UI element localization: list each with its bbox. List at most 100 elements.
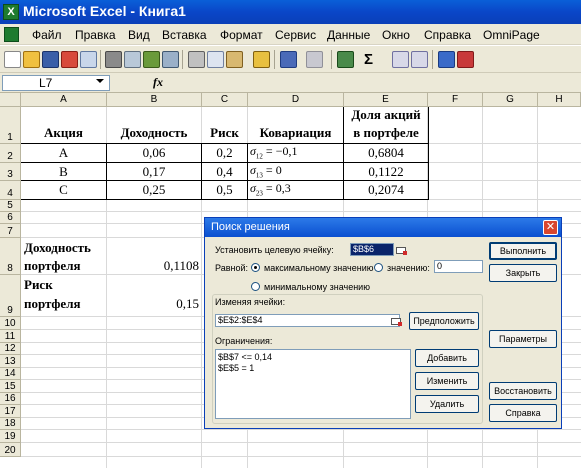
row-header[interactable]: 5	[0, 200, 21, 212]
column-header[interactable]: E	[344, 93, 428, 107]
hyperlink-icon[interactable]	[337, 51, 354, 68]
cell-c3[interactable]: 0,4	[202, 164, 247, 180]
copy-icon[interactable]	[207, 51, 224, 68]
changing-cells-input[interactable]: $E$2:$E$4	[215, 314, 400, 327]
print-preview-icon[interactable]	[124, 51, 141, 68]
column-header[interactable]: H	[538, 93, 581, 107]
row-header[interactable]: 14	[0, 368, 21, 380]
solve-button[interactable]: Выполнить	[489, 242, 557, 260]
help-button[interactable]: Справка	[489, 404, 557, 422]
select-all-corner[interactable]	[0, 93, 21, 107]
target-cell-input[interactable]: $B$6	[350, 243, 394, 256]
row-header[interactable]: 7	[0, 224, 21, 238]
guess-button[interactable]: Предположить	[409, 312, 479, 330]
cell-a3[interactable]: B	[21, 164, 106, 180]
row-header[interactable]: 12	[0, 343, 21, 355]
print-icon[interactable]	[105, 51, 122, 68]
change-button[interactable]: Изменить	[415, 372, 479, 390]
permission-icon[interactable]	[61, 51, 78, 68]
row-header[interactable]: 11	[0, 330, 21, 343]
cell-e3[interactable]: 0,1122	[344, 164, 428, 180]
chevron-down-icon[interactable]	[96, 79, 104, 83]
menu-window[interactable]: Окно	[382, 28, 410, 42]
menu-edit[interactable]: Правка	[75, 28, 116, 42]
row-header[interactable]: 15	[0, 380, 21, 393]
value-input[interactable]: 0	[434, 260, 483, 273]
row-header[interactable]: 4	[0, 181, 21, 200]
paste-icon[interactable]	[226, 51, 243, 68]
close-button[interactable]: Закрыть	[489, 264, 557, 282]
column-header[interactable]: A	[21, 93, 107, 107]
cell-b3[interactable]: 0,17	[107, 164, 201, 180]
row-header[interactable]: 16	[0, 393, 21, 405]
delete-button[interactable]: Удалить	[415, 395, 479, 413]
new-icon[interactable]	[4, 51, 21, 68]
column-header[interactable]: D	[248, 93, 344, 107]
cell-a2[interactable]: A	[21, 145, 106, 161]
row-header[interactable]: 8	[0, 238, 21, 275]
drawing-icon[interactable]	[457, 51, 474, 68]
cell-b8[interactable]: 0,1108	[107, 258, 199, 274]
menu-file[interactable]: Файл	[32, 28, 62, 42]
menu-insert[interactable]: Вставка	[162, 28, 207, 42]
row-header[interactable]: 1	[0, 107, 21, 144]
name-box[interactable]: L7	[2, 75, 110, 91]
cell-a4[interactable]: C	[21, 182, 106, 198]
cell-c2[interactable]: 0,2	[202, 145, 247, 161]
cell-b2[interactable]: 0,06	[107, 145, 201, 161]
constraint-item[interactable]: $B$7 <= 0,14	[218, 352, 410, 363]
radio-min-label[interactable]: минимальному значению	[264, 282, 370, 292]
open-icon[interactable]	[23, 51, 40, 68]
constraints-list[interactable]: $B$7 <= 0,14 $E$5 = 1	[215, 349, 411, 419]
radio-min[interactable]	[251, 282, 260, 291]
column-header[interactable]: G	[483, 93, 538, 107]
collapse-dialog-icon[interactable]	[390, 316, 402, 326]
row-header[interactable]: 19	[0, 430, 21, 443]
row-header[interactable]: 10	[0, 317, 21, 330]
redo-icon[interactable]	[306, 51, 323, 68]
row-header[interactable]: 18	[0, 418, 21, 430]
menu-tools[interactable]: Сервис	[275, 28, 316, 42]
cell-b4[interactable]: 0,25	[107, 182, 201, 198]
sort-descending-icon[interactable]	[411, 51, 428, 68]
radio-value-label[interactable]: значению:	[387, 263, 430, 273]
cut-icon[interactable]	[188, 51, 205, 68]
radio-max-label[interactable]: максимальному значению	[264, 263, 374, 273]
reset-button[interactable]: Восстановить	[489, 382, 557, 400]
row-header[interactable]: 20	[0, 443, 21, 457]
function-icon[interactable]: fx	[153, 75, 163, 90]
row-header[interactable]: 9	[0, 275, 21, 317]
row-header[interactable]: 13	[0, 355, 21, 368]
radio-max[interactable]	[251, 263, 260, 272]
spelling-icon[interactable]	[143, 51, 160, 68]
cell-d4[interactable]: σ23 = 0,3	[250, 181, 343, 197]
row-header[interactable]: 17	[0, 405, 21, 418]
row-header[interactable]: 2	[0, 144, 21, 163]
collapse-dialog-icon[interactable]	[395, 245, 407, 255]
undo-icon[interactable]	[280, 51, 297, 68]
menu-format[interactable]: Формат	[220, 28, 263, 42]
sort-ascending-icon[interactable]	[392, 51, 409, 68]
options-button[interactable]: Параметры	[489, 330, 557, 348]
cell-e2[interactable]: 0,6804	[344, 145, 428, 161]
close-icon[interactable]: ✕	[543, 220, 558, 235]
cell-d3[interactable]: σ13 = 0	[250, 163, 343, 179]
constraint-item[interactable]: $E$5 = 1	[218, 363, 410, 374]
chart-wizard-icon[interactable]	[438, 51, 455, 68]
menu-view[interactable]: Вид	[128, 28, 150, 42]
row-header[interactable]: 3	[0, 163, 21, 181]
row-header[interactable]: 6	[0, 212, 21, 224]
cell-e4[interactable]: 0,2074	[344, 182, 428, 198]
format-painter-icon[interactable]	[253, 51, 270, 68]
save-icon[interactable]	[42, 51, 59, 68]
add-button[interactable]: Добавить	[415, 349, 479, 367]
cell-b9[interactable]: 0,15	[107, 296, 199, 312]
research-icon[interactable]	[162, 51, 179, 68]
menu-omnipage[interactable]: OmniPage	[483, 28, 540, 42]
menu-data[interactable]: Данные	[327, 28, 370, 42]
autosum-icon[interactable]: Σ	[360, 51, 377, 68]
menu-help[interactable]: Справка	[424, 28, 471, 42]
workbook-icon[interactable]	[4, 27, 19, 42]
column-header[interactable]: C	[202, 93, 248, 107]
email-icon[interactable]	[80, 51, 97, 68]
